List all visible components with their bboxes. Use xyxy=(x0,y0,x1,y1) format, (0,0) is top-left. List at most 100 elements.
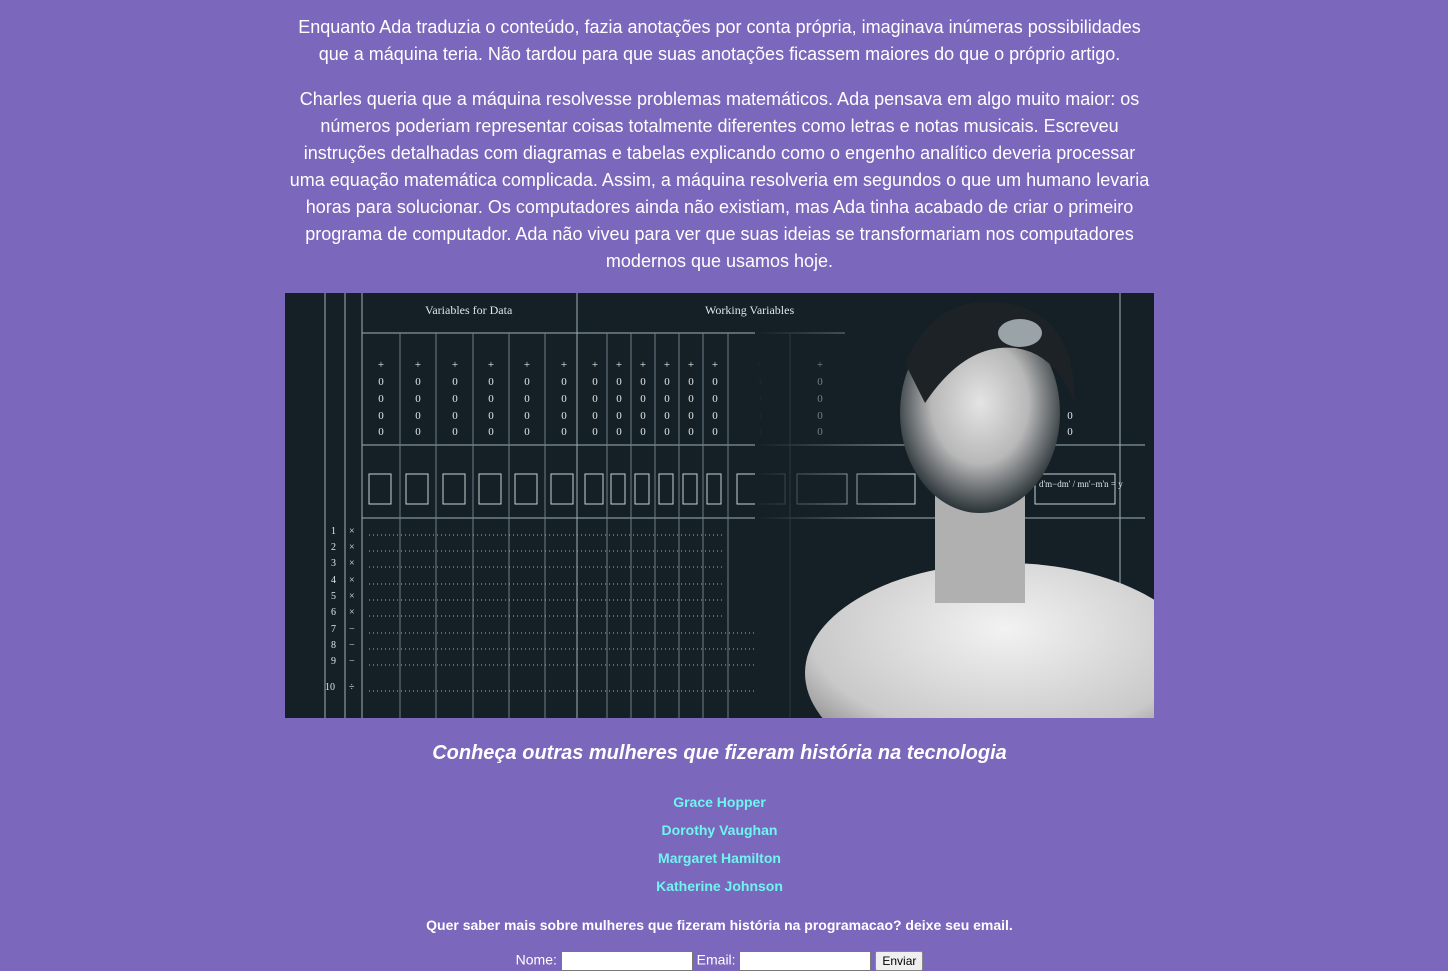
newsletter-form: Nome: Email: Enviar xyxy=(285,951,1154,971)
link-margaret-hamilton[interactable]: Margaret Hamilton xyxy=(285,844,1154,872)
svg-text:0: 0 xyxy=(640,410,646,422)
svg-text:0: 0 xyxy=(712,376,718,388)
svg-text:0: 0 xyxy=(524,426,530,438)
svg-text:0: 0 xyxy=(524,393,530,405)
svg-text:0: 0 xyxy=(452,410,458,422)
svg-text:0: 0 xyxy=(452,426,458,438)
email-label: Email: xyxy=(696,951,736,968)
women-links-list: Grace Hopper Dorothy Vaughan Margaret Ha… xyxy=(285,788,1154,900)
svg-text:+: + xyxy=(712,359,718,371)
svg-text:+: + xyxy=(592,359,598,371)
svg-text:0: 0 xyxy=(415,376,421,388)
svg-text:×: × xyxy=(349,591,355,602)
svg-text:8: 8 xyxy=(331,640,336,651)
header-working-variables: Working Variables xyxy=(705,303,795,317)
svg-text:0: 0 xyxy=(452,393,458,405)
paragraph-first-program: Charles queria que a máquina resolvesse … xyxy=(289,89,1150,271)
link-grace-hopper[interactable]: Grace Hopper xyxy=(285,788,1154,816)
svg-text:0: 0 xyxy=(488,426,494,438)
svg-text:0: 0 xyxy=(452,376,458,388)
svg-text:+: + xyxy=(664,359,670,371)
name-input[interactable] xyxy=(560,951,693,971)
newsletter-prompt: Quer saber mais sobre mulheres que fizer… xyxy=(426,917,1013,933)
svg-text:0: 0 xyxy=(415,410,421,422)
svg-text:0: 0 xyxy=(616,410,622,422)
svg-text:0: 0 xyxy=(592,426,598,438)
svg-text:0: 0 xyxy=(664,376,670,388)
svg-text:10: 10 xyxy=(325,682,335,693)
svg-text:0: 0 xyxy=(616,426,622,438)
svg-text:0: 0 xyxy=(1067,426,1073,438)
svg-text:0: 0 xyxy=(488,393,494,405)
svg-text:+: + xyxy=(688,359,694,371)
formula-label: d'm−dm' / mn'−m'n = y xyxy=(1039,479,1123,489)
svg-text:0: 0 xyxy=(664,410,670,422)
svg-text:5: 5 xyxy=(331,591,336,602)
svg-text:−: − xyxy=(349,640,355,651)
name-label: Nome: xyxy=(515,951,557,968)
svg-text:×: × xyxy=(349,542,355,553)
svg-text:0: 0 xyxy=(488,376,494,388)
main-content: Enquanto Ada traduzia o conteúdo, fazia … xyxy=(285,14,1154,971)
svg-text:+: + xyxy=(561,359,567,371)
paragraph-translation: Enquanto Ada traduzia o conteúdo, fazia … xyxy=(298,17,1141,64)
svg-text:0: 0 xyxy=(524,410,530,422)
svg-text:0: 0 xyxy=(616,393,622,405)
svg-text:0: 0 xyxy=(688,410,694,422)
svg-text:×: × xyxy=(349,607,355,618)
svg-text:+: + xyxy=(415,359,421,371)
svg-text:0: 0 xyxy=(688,376,694,388)
svg-text:×: × xyxy=(349,558,355,569)
svg-text:0: 0 xyxy=(378,410,384,422)
svg-text:−: − xyxy=(349,656,355,667)
svg-text:1: 1 xyxy=(331,526,336,537)
svg-text:9: 9 xyxy=(331,656,336,667)
svg-text:0: 0 xyxy=(712,410,718,422)
svg-text:÷: ÷ xyxy=(349,682,355,693)
svg-text:0: 0 xyxy=(664,426,670,438)
header-variables-for-data: Variables for Data xyxy=(425,303,513,317)
svg-text:0: 0 xyxy=(712,393,718,405)
svg-text:×: × xyxy=(349,526,355,537)
svg-text:0: 0 xyxy=(640,426,646,438)
svg-text:0: 0 xyxy=(415,393,421,405)
ada-lovelace-image: +++ +++ +++ +++ ++ 000 000 000 000 00 00… xyxy=(285,293,1154,718)
svg-text:+: + xyxy=(452,359,458,371)
svg-text:6: 6 xyxy=(331,607,336,618)
svg-text:0: 0 xyxy=(592,410,598,422)
svg-text:7: 7 xyxy=(331,624,336,635)
submit-button[interactable]: Enviar xyxy=(875,951,924,971)
link-katherine-johnson[interactable]: Katherine Johnson xyxy=(285,872,1154,900)
svg-text:0: 0 xyxy=(561,376,567,388)
svg-text:0: 0 xyxy=(1067,410,1073,422)
svg-text:×: × xyxy=(349,575,355,586)
svg-text:0: 0 xyxy=(592,376,598,388)
svg-text:0: 0 xyxy=(488,410,494,422)
svg-text:0: 0 xyxy=(524,376,530,388)
svg-text:0: 0 xyxy=(592,393,598,405)
svg-text:−: − xyxy=(349,624,355,635)
svg-text:0: 0 xyxy=(415,426,421,438)
link-dorothy-vaughan[interactable]: Dorothy Vaughan xyxy=(285,816,1154,844)
program-table-illustration: +++ +++ +++ +++ ++ 000 000 000 000 00 00… xyxy=(324,293,1154,718)
svg-text:0: 0 xyxy=(688,426,694,438)
svg-text:0: 0 xyxy=(378,393,384,405)
svg-text:0: 0 xyxy=(378,426,384,438)
svg-text:0: 0 xyxy=(561,426,567,438)
svg-text:4: 4 xyxy=(331,575,336,586)
svg-text:2: 2 xyxy=(331,542,336,553)
svg-text:0: 0 xyxy=(561,410,567,422)
svg-text:0: 0 xyxy=(378,376,384,388)
section-title: Conheça outras mulheres que fizeram hist… xyxy=(432,742,1007,764)
svg-text:+: + xyxy=(488,359,494,371)
svg-text:+: + xyxy=(616,359,622,371)
svg-text:0: 0 xyxy=(640,376,646,388)
svg-text:0: 0 xyxy=(688,393,694,405)
email-input[interactable] xyxy=(739,951,872,971)
svg-text:0: 0 xyxy=(616,376,622,388)
svg-text:0: 0 xyxy=(640,393,646,405)
svg-text:+: + xyxy=(378,359,384,371)
svg-text:+: + xyxy=(524,359,530,371)
svg-text:0: 0 xyxy=(664,393,670,405)
svg-text:0: 0 xyxy=(712,426,718,438)
